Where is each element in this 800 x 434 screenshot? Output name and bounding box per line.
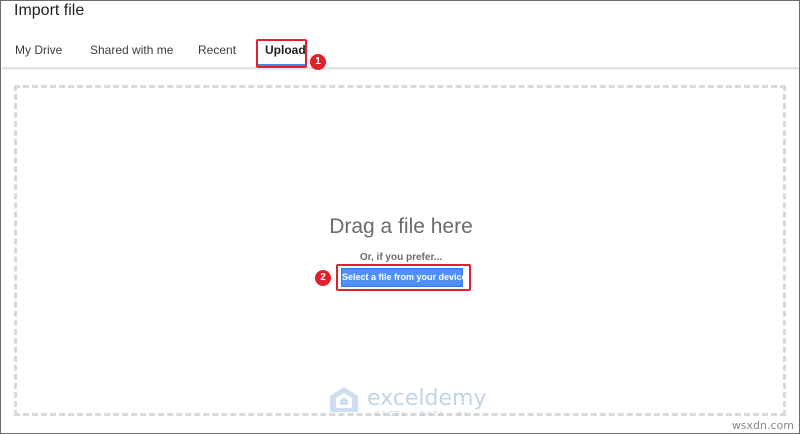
step-1-badge: 1 <box>310 54 326 70</box>
step-2-badge: 2 <box>315 270 331 286</box>
prefer-text: Or, if you prefer... <box>359 252 443 263</box>
import-file-dialog: Import file My Drive Shared with me Rece… <box>0 0 800 434</box>
tab-shared-with-me[interactable]: Shared with me <box>90 43 173 57</box>
exceldemy-logo-icon <box>330 387 358 412</box>
dialog-title: Import file <box>14 2 85 19</box>
watermark-name: exceldemy <box>367 386 487 411</box>
tab-my-drive[interactable]: My Drive <box>15 43 62 57</box>
tab-recent[interactable]: Recent <box>198 43 236 57</box>
upload-tab-highlight <box>256 39 307 68</box>
file-drop-zone[interactable] <box>14 85 786 416</box>
tab-divider <box>2 67 799 70</box>
drag-file-text: Drag a file here <box>329 215 473 238</box>
site-watermark: wsxdn.com <box>731 419 794 432</box>
watermark-tagline: EXCEL · DATA · BI <box>375 411 468 418</box>
tab-bar: My Drive Shared with me Recent Upload <box>1 31 799 68</box>
select-file-button[interactable]: Select a file from your device <box>341 268 467 287</box>
